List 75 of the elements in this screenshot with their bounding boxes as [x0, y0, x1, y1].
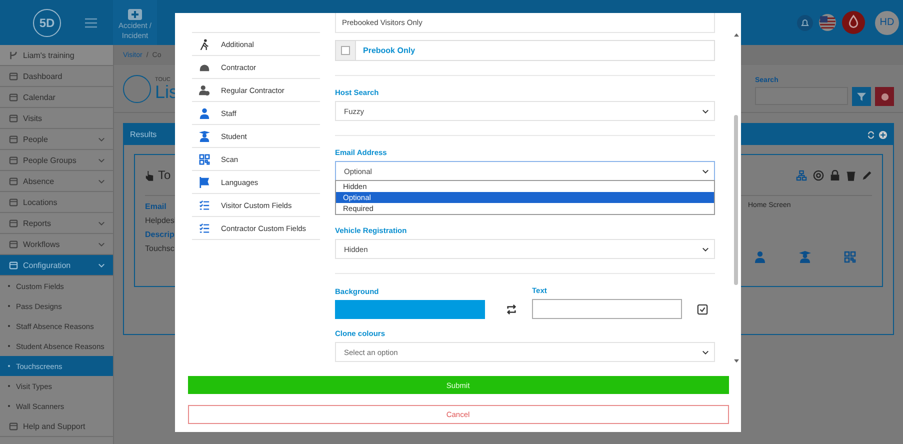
filter-button[interactable]: [852, 87, 871, 106]
checklist-icon: [199, 222, 210, 234]
chevron-down-icon: [702, 246, 709, 252]
sidebar-item[interactable]: Reports: [0, 213, 113, 234]
field-label: Descrip: [145, 230, 176, 239]
results-title: Results: [130, 130, 157, 139]
chevron-down-icon[interactable]: [98, 220, 105, 226]
sidebar-item[interactable]: Dashboard: [0, 66, 113, 87]
qr-code-icon: [844, 251, 856, 263]
chevron-down-icon[interactable]: [98, 158, 105, 162]
walking-person-icon: [199, 38, 210, 50]
branch-icon: [9, 50, 18, 60]
sidebar-item[interactable]: Locations: [0, 192, 113, 213]
lock-icon[interactable]: [830, 170, 840, 180]
student-icon: [799, 251, 811, 263]
trash-icon[interactable]: [846, 170, 856, 180]
sitemap-icon[interactable]: [796, 170, 807, 180]
window-icon: [9, 422, 18, 430]
window-icon: [9, 156, 18, 164]
chevron-down-icon: [702, 350, 709, 354]
refresh-icon[interactable]: [867, 130, 875, 138]
sidebar-item[interactable]: Calendar: [0, 87, 113, 108]
chevron-down-icon: [702, 108, 709, 114]
qr-code-icon: [199, 154, 210, 164]
sidebar-item[interactable]: Visits: [0, 108, 113, 129]
sidebar-item[interactable]: Absence: [0, 171, 113, 192]
checkbox-row[interactable]: Prebook Only: [335, 40, 715, 61]
window-icon: [9, 92, 18, 102]
project-item[interactable]: Liam's training: [0, 45, 113, 66]
window-icon: [9, 240, 18, 248]
bell-icon[interactable]: [797, 14, 813, 30]
drop-icon[interactable]: [842, 11, 865, 34]
sidebar-item[interactable]: People: [0, 129, 113, 150]
window-icon: [9, 198, 18, 206]
hand-pointer-icon: [145, 170, 154, 180]
window-icon: [9, 176, 18, 186]
add-icon[interactable]: [879, 130, 887, 138]
graduate-icon: [199, 130, 210, 142]
card-title: To: [158, 168, 171, 182]
window-icon: [9, 260, 18, 270]
flag-icon: [199, 176, 210, 188]
chevron-down-icon[interactable]: [98, 136, 105, 142]
logo[interactable]: 5D: [33, 8, 61, 36]
filter-icon: [857, 92, 866, 101]
sidebar-item[interactable]: Configuration: [0, 255, 113, 276]
user-avatar[interactable]: HD: [875, 10, 899, 34]
window-icon: [9, 218, 18, 228]
list-icon: [123, 74, 151, 102]
flag-icon[interactable]: [819, 14, 836, 31]
window-icon: [9, 114, 18, 122]
sidebar-item[interactable]: People Groups: [0, 150, 113, 171]
chevron-down-icon: [702, 168, 709, 174]
staff-icon: [754, 251, 766, 263]
chevron-down-icon[interactable]: [98, 262, 105, 268]
checkbox-label: Prebook Only: [362, 46, 416, 55]
checkbox-tick-icon[interactable]: [697, 304, 708, 315]
scroll-down-icon[interactable]: [734, 359, 738, 363]
checkbox[interactable]: [341, 46, 350, 55]
sidebar-item[interactable]: Help and Support: [0, 416, 113, 437]
chevron-down-icon[interactable]: [98, 178, 105, 184]
pencil-icon[interactable]: [862, 170, 872, 180]
menu-icon[interactable]: [85, 18, 97, 28]
swap-icon[interactable]: [506, 304, 517, 315]
circle-icon: [880, 92, 888, 100]
clear-button[interactable]: [875, 87, 894, 106]
chevron-down-icon[interactable]: [98, 242, 105, 246]
text-color-field[interactable]: [532, 299, 682, 319]
field-label: Email: [145, 202, 168, 211]
window-icon: [9, 134, 18, 144]
checklist-icon: [199, 200, 210, 210]
window-icon: [9, 72, 18, 80]
person-icon: [199, 108, 210, 118]
color-swatch[interactable]: [335, 300, 485, 319]
field-value: Touchsc: [145, 244, 176, 253]
scroll-up-icon[interactable]: [734, 33, 738, 37]
